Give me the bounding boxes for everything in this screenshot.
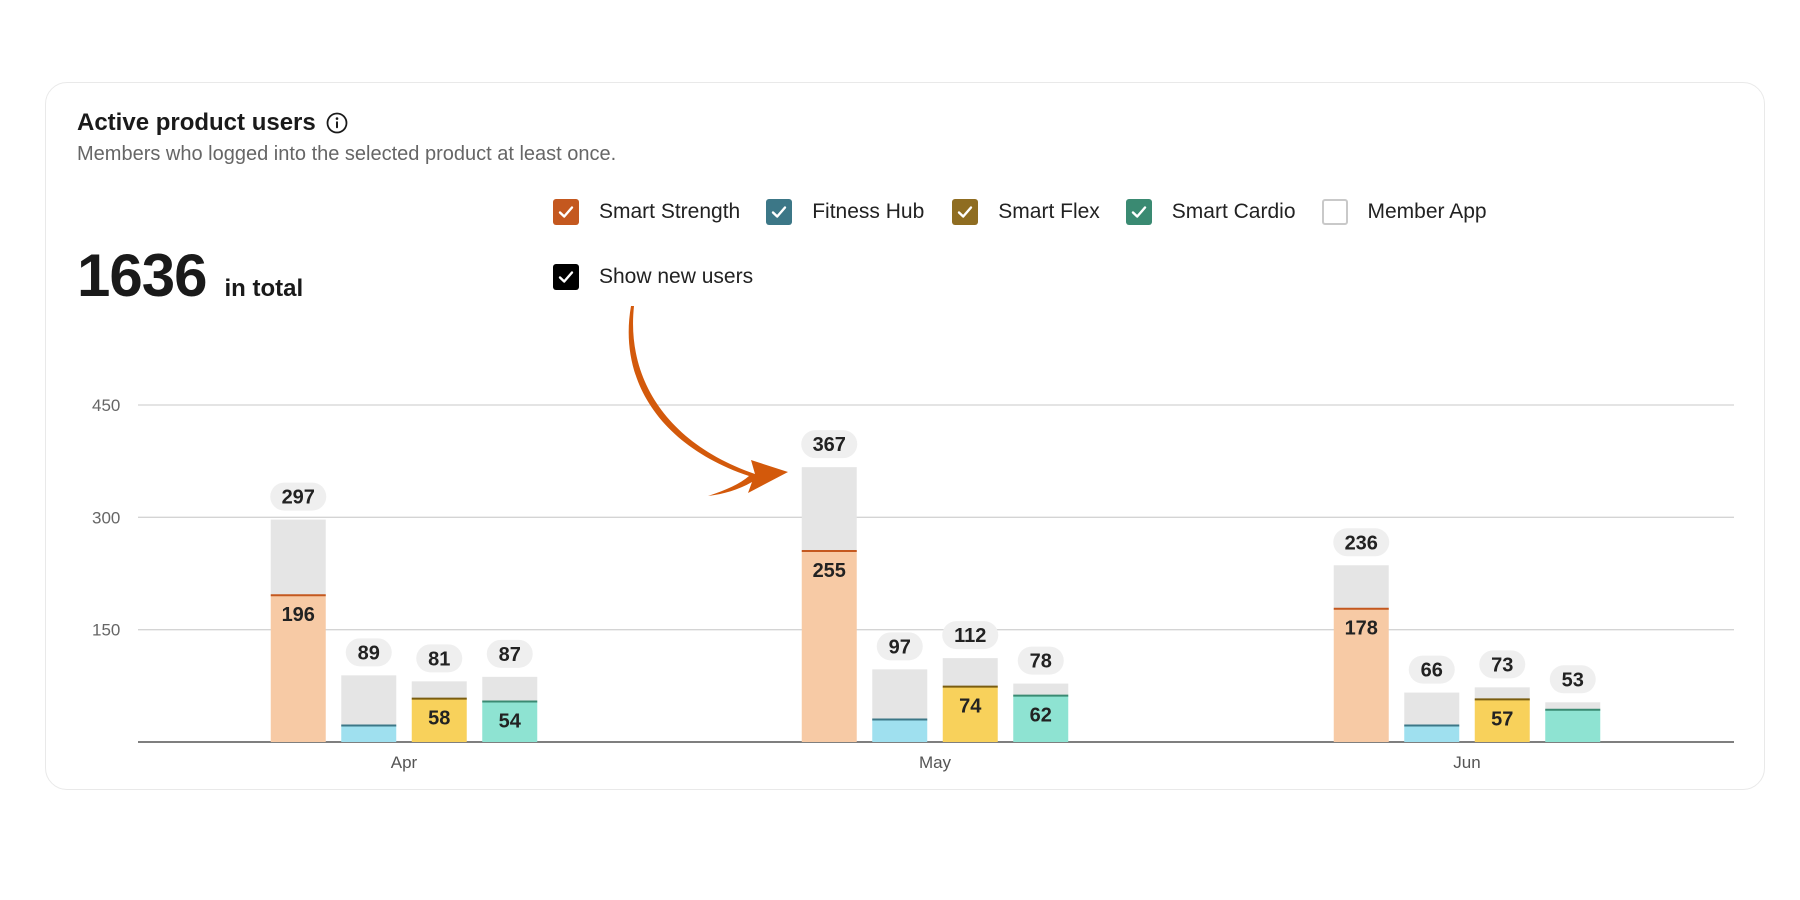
bar-new-users — [270, 519, 326, 596]
y-tick-label: 450 — [92, 396, 120, 415]
bar-new-users — [341, 675, 397, 726]
bar-new-users — [1474, 687, 1530, 700]
total-data-label: 89 — [358, 642, 380, 664]
bar-new-users — [1013, 683, 1069, 696]
bar-new-users — [872, 669, 928, 720]
annotation-arrow-icon — [628, 306, 788, 496]
y-tick-label: 300 — [92, 508, 120, 527]
total-data-label: 66 — [1421, 660, 1443, 682]
base-data-label: 54 — [499, 711, 522, 733]
base-data-label: 255 — [813, 560, 846, 582]
bar-new-users — [1545, 702, 1601, 710]
total-data-label: 87 — [499, 644, 521, 666]
total-data-label: 53 — [1562, 669, 1584, 691]
bar-returning — [872, 719, 928, 742]
base-data-label: 178 — [1345, 618, 1378, 640]
total-data-label: 367 — [813, 434, 846, 456]
total-data-label: 73 — [1491, 654, 1513, 676]
base-data-label: 62 — [1030, 705, 1052, 727]
y-tick-label: 150 — [92, 621, 120, 640]
base-data-label: 196 — [282, 604, 315, 626]
base-data-label: 57 — [1491, 708, 1513, 730]
x-tick-label: May — [919, 753, 952, 772]
total-data-label: 236 — [1345, 532, 1378, 554]
bar-chart: 450 300 150 Apr 297 196 89 81 58 87 54 May 367 255 97 1… — [92, 306, 1734, 772]
bar-returning — [1545, 709, 1601, 742]
bar-new-users — [1404, 692, 1460, 726]
x-tick-label: Jun — [1453, 753, 1480, 772]
total-data-label: 297 — [282, 487, 315, 509]
total-data-label: 112 — [954, 625, 986, 647]
total-data-label: 81 — [428, 648, 450, 670]
x-tick-label: Apr — [391, 753, 418, 772]
total-data-label: 78 — [1030, 651, 1052, 673]
base-data-label: 74 — [959, 696, 982, 718]
bar-new-users — [1333, 565, 1389, 609]
bar-returning — [341, 725, 397, 742]
bar-new-users — [482, 676, 538, 702]
base-data-label: 58 — [428, 708, 450, 730]
total-data-label: 97 — [889, 636, 911, 658]
bar-new-users — [801, 467, 857, 552]
bar-new-users — [942, 658, 998, 687]
bar-returning — [1404, 725, 1460, 742]
bar-new-users — [411, 681, 467, 699]
